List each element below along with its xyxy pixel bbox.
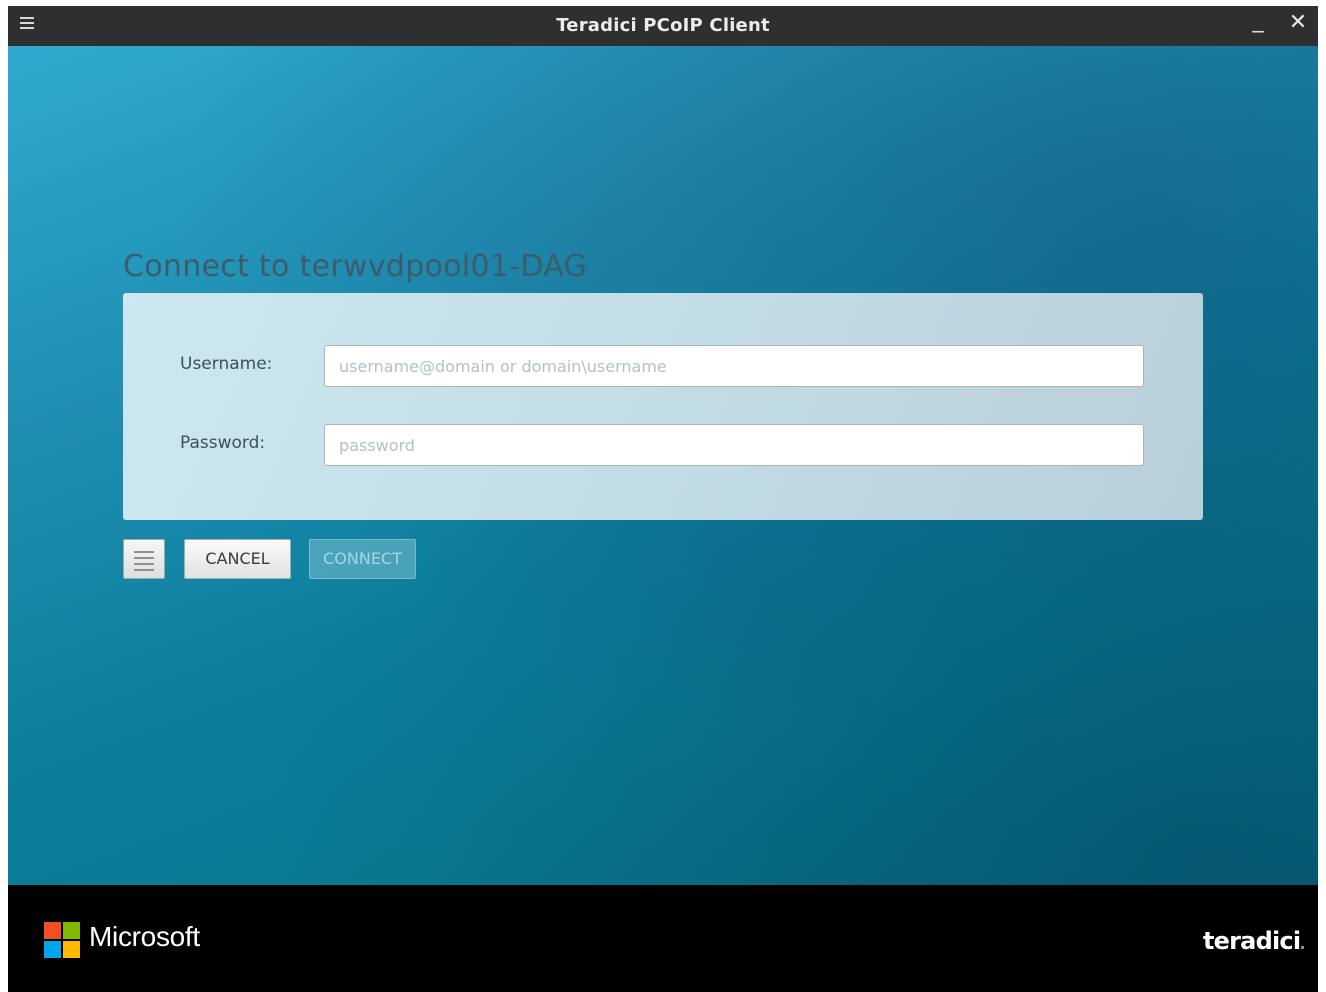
hamburger-icon <box>134 551 154 575</box>
connect-button[interactable]: CONNECT <box>309 539 416 579</box>
footer-bar: Microsoft teradici <box>8 885 1318 992</box>
cancel-button[interactable]: CANCEL <box>184 539 291 579</box>
teradici-logo: teradici <box>1203 927 1305 955</box>
main-content: Connect to terwvdpool01-DAG Username: Pa… <box>8 46 1318 885</box>
teradici-wordmark: teradici <box>1203 927 1301 955</box>
password-label: Password: <box>180 433 266 453</box>
microsoft-logo-icon <box>44 922 80 958</box>
microsoft-wordmark: Microsoft <box>89 921 200 952</box>
username-label: Username: <box>180 354 273 374</box>
password-input[interactable] <box>324 424 1144 466</box>
close-button[interactable]: ✕ <box>1284 10 1312 40</box>
minimize-button[interactable]: _ <box>1247 8 1269 38</box>
options-menu-button[interactable] <box>123 539 165 579</box>
title-bar: Teradici PCoIP Client _ ✕ <box>8 6 1318 46</box>
page-title: Connect to terwvdpool01-DAG <box>123 249 588 284</box>
app-window: Teradici PCoIP Client _ ✕ Connect to ter… <box>8 6 1318 992</box>
window-title: Teradici PCoIP Client <box>556 15 770 36</box>
login-form-panel: Username: Password: <box>123 293 1203 520</box>
username-input[interactable] <box>324 345 1144 387</box>
